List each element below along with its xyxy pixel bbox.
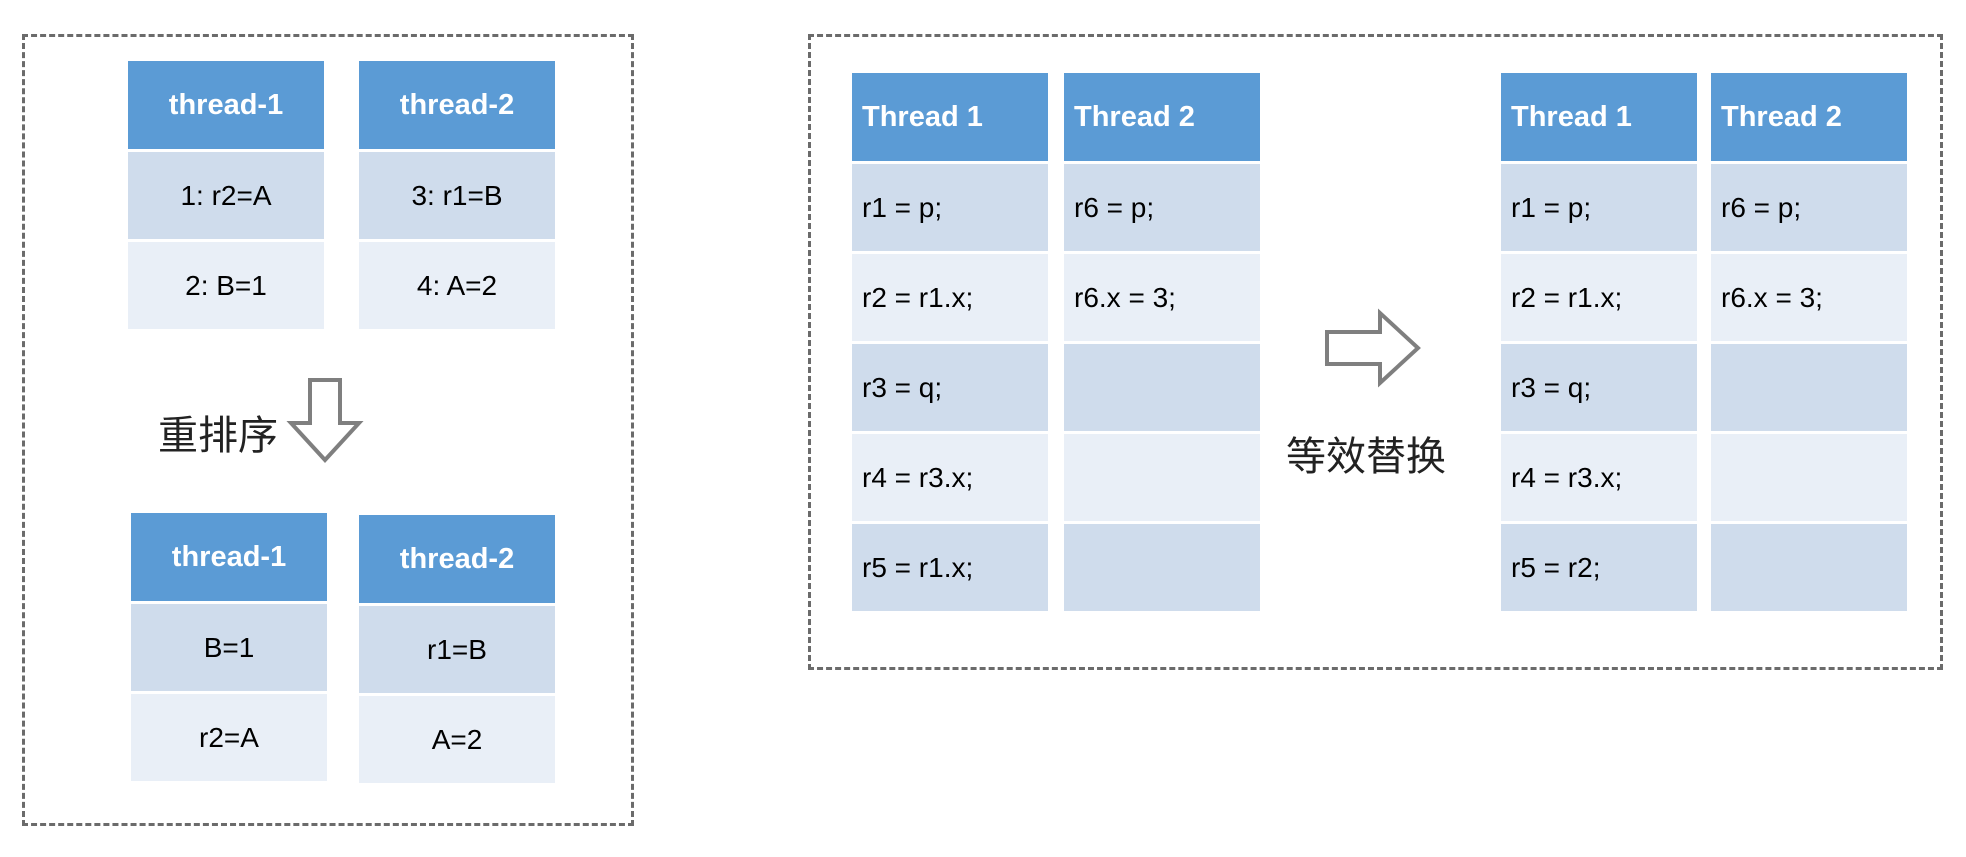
after-thread-2-table: thread-2 r1=B A=2 (359, 515, 555, 783)
table-cell: r2=A (131, 694, 327, 781)
table-cell: r2 = r1.x; (852, 254, 1048, 341)
table-cell (1064, 524, 1260, 611)
right-arrow-icon (1325, 308, 1421, 388)
table-cell: r1=B (359, 606, 555, 693)
table-cell: r2 = r1.x; (1501, 254, 1697, 341)
table-cell: r6 = p; (1711, 164, 1907, 251)
table-header: thread-1 (128, 61, 324, 149)
table-cell (1064, 344, 1260, 431)
table-cell (1711, 524, 1907, 611)
table-header: thread-2 (359, 515, 555, 603)
table-cell: r4 = r3.x; (852, 434, 1048, 521)
table-cell: 2: B=1 (128, 242, 324, 329)
down-arrow-icon (286, 378, 364, 463)
table-header: Thread 2 (1711, 73, 1907, 161)
reorder-label: 重排序 (158, 413, 278, 459)
after-thread-1-table: thread-1 B=1 r2=A (131, 513, 327, 781)
table-cell: r1 = p; (1501, 164, 1697, 251)
table-cell: r1 = p; (852, 164, 1048, 251)
table-cell (1711, 434, 1907, 521)
before-thread-2-table: Thread 2 r6 = p; r6.x = 3; (1064, 73, 1260, 611)
before-thread-1-table: Thread 1 r1 = p; r2 = r1.x; r3 = q; r4 =… (852, 73, 1048, 611)
table-cell: 3: r1=B (359, 152, 555, 239)
after-thread-2-table: Thread 2 r6 = p; r6.x = 3; (1711, 73, 1907, 611)
table-cell: r5 = r1.x; (852, 524, 1048, 611)
table-cell: B=1 (131, 604, 327, 691)
table-cell (1711, 344, 1907, 431)
before-thread-1-table: thread-1 1: r2=A 2: B=1 (128, 61, 324, 329)
table-header: Thread 1 (852, 73, 1048, 161)
table-header: thread-2 (359, 61, 555, 149)
before-thread-2-table: thread-2 3: r1=B 4: A=2 (359, 61, 555, 329)
table-cell: r5 = r2; (1501, 524, 1697, 611)
table-cell: r6.x = 3; (1711, 254, 1907, 341)
table-cell: 4: A=2 (359, 242, 555, 329)
substitution-label: 等效替换 (1286, 434, 1446, 480)
table-header: Thread 1 (1501, 73, 1697, 161)
table-header: thread-1 (131, 513, 327, 601)
table-cell: A=2 (359, 696, 555, 783)
table-cell: r3 = q; (852, 344, 1048, 431)
table-cell: r6 = p; (1064, 164, 1260, 251)
table-cell (1064, 434, 1260, 521)
table-cell: r3 = q; (1501, 344, 1697, 431)
table-header: Thread 2 (1064, 73, 1260, 161)
table-cell: 1: r2=A (128, 152, 324, 239)
after-thread-1-table: Thread 1 r1 = p; r2 = r1.x; r3 = q; r4 =… (1501, 73, 1697, 611)
table-cell: r4 = r3.x; (1501, 434, 1697, 521)
table-cell: r6.x = 3; (1064, 254, 1260, 341)
